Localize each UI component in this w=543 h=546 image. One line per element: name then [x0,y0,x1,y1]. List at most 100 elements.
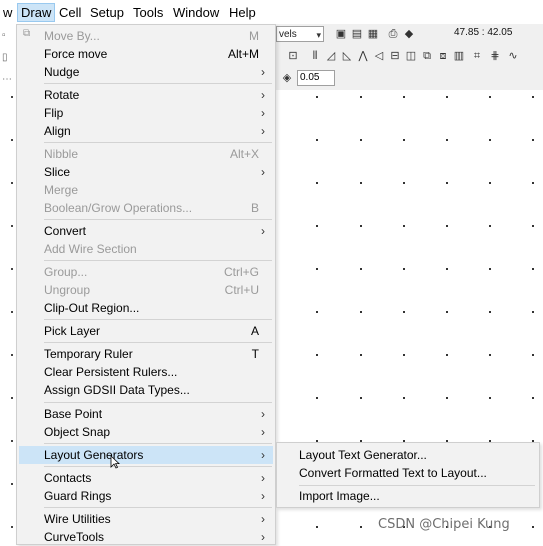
submenu-item-layout-text-generator[interactable]: Layout Text Generator... [277,446,539,464]
grid-dot [316,526,318,528]
snap-icon[interactable]: ⊡ [286,49,300,63]
menu-item-layout-generators[interactable]: Layout Generators › [19,446,273,464]
menu-item-contacts[interactable]: Contacts › [19,469,273,487]
grid-dot [489,182,491,184]
menu-item-nudge[interactable]: Nudge › [19,63,273,81]
menu-window-partial[interactable]: w [0,4,15,21]
grid-dot [446,268,448,270]
menu-separator [44,319,272,320]
grid-dot [489,354,491,356]
menu-item-merge: Merge [19,181,273,199]
align-top-icon[interactable]: ◁ [372,49,386,63]
menu-item-label: Add Wire Section [44,242,137,256]
grid-dot [446,354,448,356]
grid-dot [360,225,362,227]
grid-dot [360,268,362,270]
align-bottom-icon[interactable]: ⊟ [388,49,402,63]
menu-item-flip[interactable]: Flip › [19,104,273,122]
toolbar-fragment-icon: ⋯ [2,74,12,85]
grid-dot [360,526,362,528]
menu-item-base-point[interactable]: Base Point › [19,405,273,423]
grid-dot [532,354,534,356]
copy-icon[interactable]: ⧉ [420,49,434,63]
menu-separator [44,402,272,403]
menu-item-guard-rings[interactable]: Guard Rings › [19,487,273,505]
menu-item-slice[interactable]: Slice › [19,163,273,181]
grid-dot [316,225,318,227]
align-right-icon[interactable]: ◺ [340,49,354,63]
menu-item-shortcut: M [249,29,259,43]
menu-item-nibble: Nibble Alt+X [19,145,273,163]
grid-dot [11,139,13,141]
align-center-icon[interactable]: ⋀ [356,49,370,63]
menu-separator [44,507,272,508]
menu-item-clear-persistent-rulers[interactable]: Clear Persistent Rulers... [19,363,273,381]
menu-cell[interactable]: Cell [56,4,84,21]
units-combo[interactable]: vels ▾ [276,26,324,42]
printer-icon[interactable]: ⎙ [386,27,400,41]
menu-window[interactable]: Window [170,4,222,21]
menu-draw[interactable]: Draw [17,3,56,22]
grid-icon[interactable]: ▦ [366,27,380,41]
menu-item-align[interactable]: Align › [19,122,273,140]
grid-dot [446,225,448,227]
grid-dot [11,440,13,442]
menu-item-clip-out-region[interactable]: Clip-Out Region... [19,299,273,317]
grid-dot [316,311,318,313]
chevron-right-icon: › [261,65,265,79]
group-icon[interactable]: ⌗ [470,49,484,63]
menu-item-label: Object Snap [44,425,111,439]
menu-item-convert[interactable]: Convert › [19,222,273,240]
grid-dot [11,268,13,270]
grid-dot [316,354,318,356]
menu-item-curvetools[interactable]: CurveTools › [19,528,273,546]
menu-item-pick-layer[interactable]: Pick Layer A [19,322,273,340]
layers-icon[interactable]: ◆ [402,27,416,41]
menu-item-label: Ungroup [44,283,91,297]
menu-item-label: Rotate [44,88,80,102]
menu-item-assign-gdsii-data-types[interactable]: Assign GDSII Data Types... [19,381,273,399]
folder-icon[interactable]: ▣ [334,27,348,41]
distribute-icon[interactable]: ◫ [404,49,418,63]
menu-item-force-move[interactable]: Force move Alt+M [19,45,273,63]
submenu-item-convert-formatted-text[interactable]: Convert Formatted Text to Layout... [277,464,539,482]
grid-dot [360,139,362,141]
menu-help[interactable]: Help [226,4,259,21]
menu-item-temporary-ruler[interactable]: Temporary Ruler T [19,345,273,363]
grid-dot [403,225,405,227]
align-left-icon[interactable]: ◿ [324,49,338,63]
step-value-field[interactable]: 0.05 [297,70,335,86]
toolbar-fragment-icon: ▯ [2,52,8,63]
menu-item-shortcut: Alt+X [229,147,259,161]
menu-item-shortcut: Ctrl+U [224,283,259,297]
grid-dot [360,182,362,184]
grid-dot [11,311,13,313]
align-icon[interactable]: ⫴ [308,49,322,63]
cells-icon[interactable]: ▤ [350,27,364,41]
duplicate-icon[interactable]: ⧈ [436,49,450,63]
ungroup-icon[interactable]: ⋕ [488,49,502,63]
grid-dot [489,311,491,313]
grid-dot [489,139,491,141]
menu-item-rotate[interactable]: Rotate › [19,86,273,104]
grid-dot [403,96,405,98]
grid-dot [532,96,534,98]
menu-tools[interactable]: Tools [130,4,166,21]
draw-menu-dropdown: ⧉ Move By... M Force move Alt+M Nudge › Rotate… [16,24,276,545]
submenu-item-label: Import Image... [299,489,380,503]
chevron-right-icon: › [261,448,265,462]
menu-item-wire-utilities[interactable]: Wire Utilities › [19,510,273,528]
grid-dot [360,397,362,399]
menu-item-label: Clear Persistent Rulers... [44,365,178,379]
paste-icon[interactable]: ▥ [452,49,466,63]
menu-item-object-snap[interactable]: Object Snap › [19,423,273,441]
menu-item-label: Flip [44,106,64,120]
menu-setup[interactable]: Setup [87,4,127,21]
grid-dot [489,96,491,98]
menu-item-label: Align [44,124,71,138]
submenu-item-import-image[interactable]: Import Image... [277,487,539,505]
path-icon[interactable]: ∿ [506,49,520,63]
menu-item-label: Contacts [44,471,92,485]
grid-dot [11,225,13,227]
menu-item-label: Wire Utilities [44,512,111,526]
